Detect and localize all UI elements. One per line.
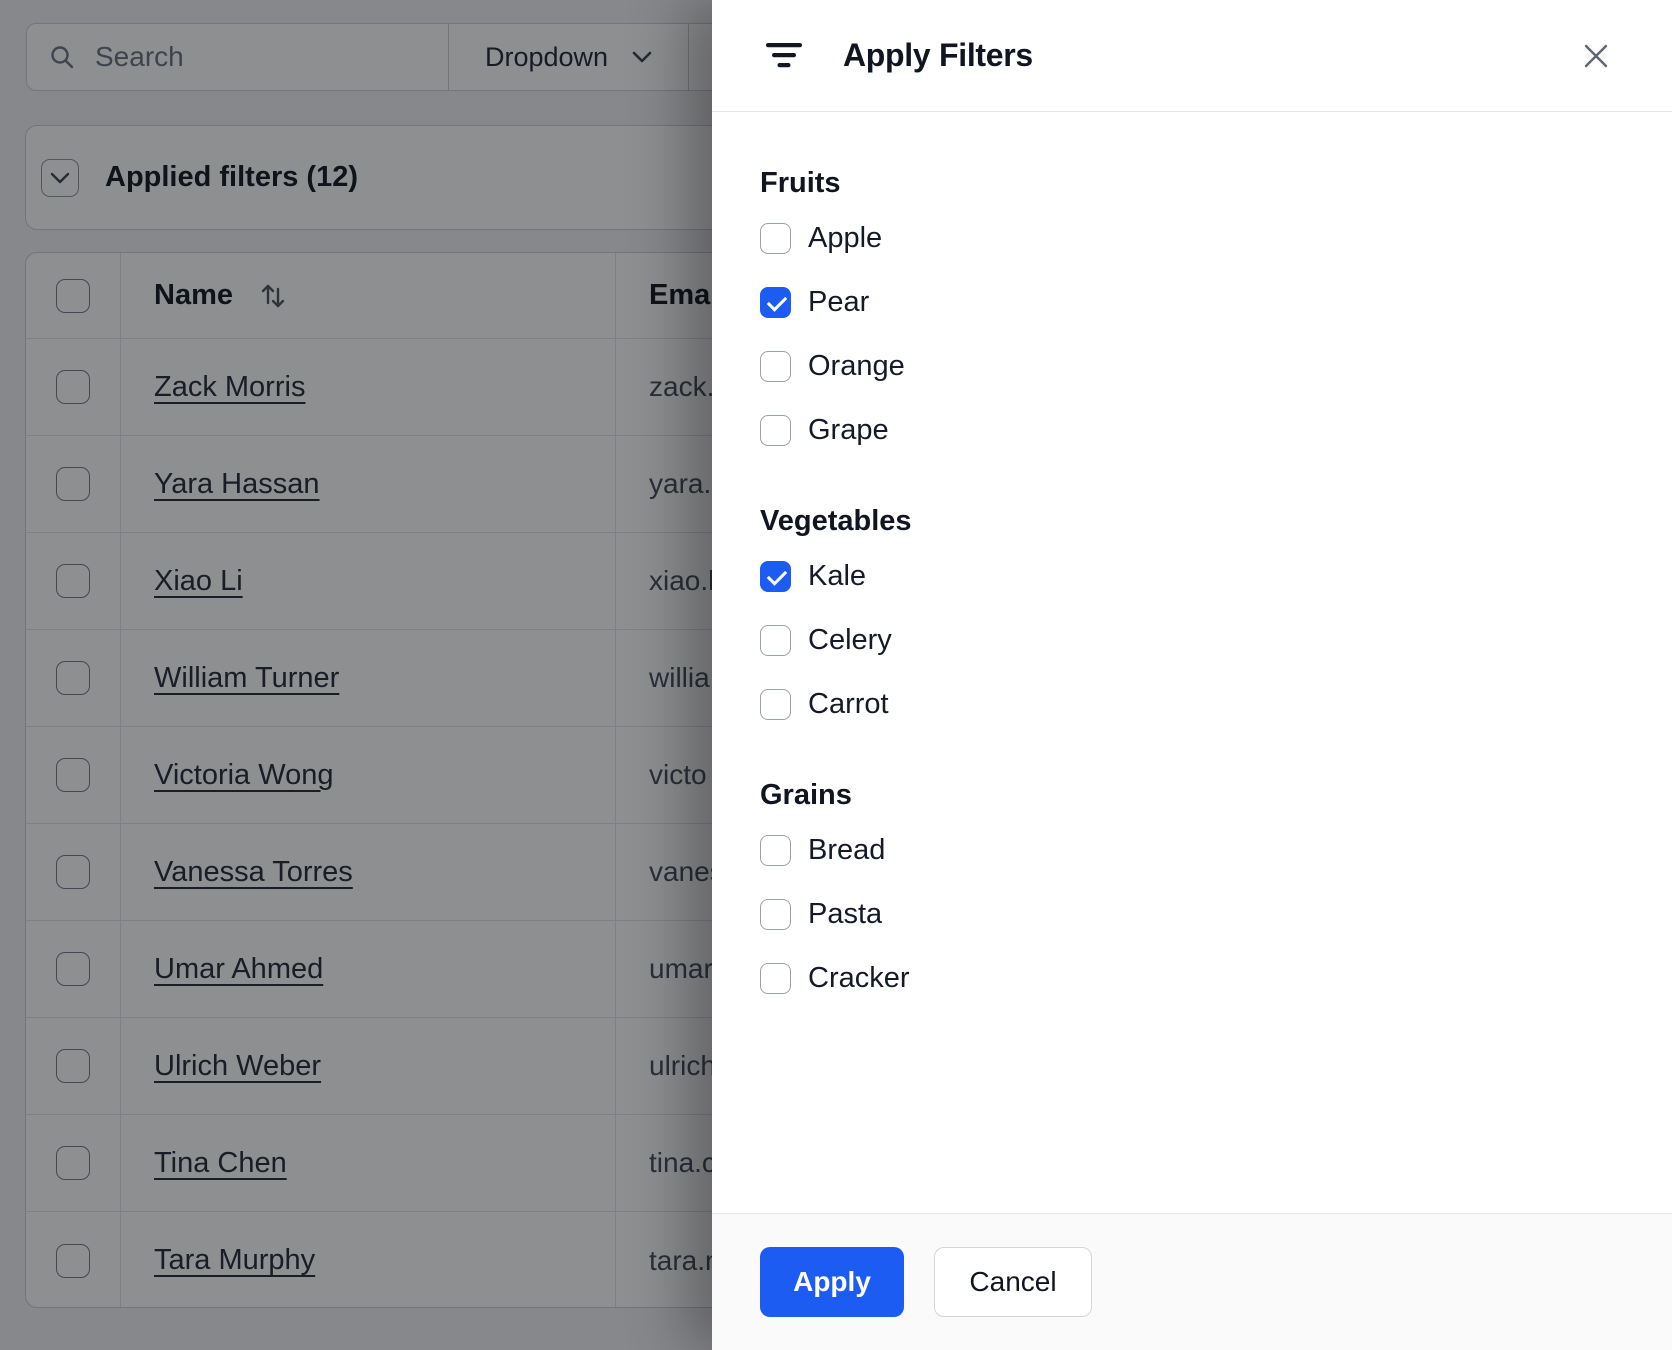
checkbox[interactable]	[760, 561, 791, 592]
filter-option-label: Orange	[808, 350, 905, 382]
checkbox[interactable]	[760, 689, 791, 720]
filter-option[interactable]: Celery	[760, 624, 1624, 656]
checkbox[interactable]	[760, 415, 791, 446]
filter-option-label: Pasta	[808, 898, 883, 930]
filter-section-title: Fruits	[760, 167, 841, 199]
checkbox[interactable]	[760, 899, 791, 930]
panel-body: Fruits Apple Pear Orange Grape Vegetable…	[712, 112, 1672, 1213]
checkbox[interactable]	[760, 835, 791, 866]
filter-section: Vegetables Kale Celery Carrot	[760, 503, 1624, 720]
panel-header: Apply Filters	[712, 0, 1672, 112]
filter-section-title: Grains	[760, 779, 852, 811]
panel-footer: Apply Cancel	[712, 1213, 1672, 1350]
filter-option-label: Grape	[808, 414, 889, 446]
filter-option[interactable]: Cracker	[760, 962, 1624, 994]
filter-option[interactable]: Grape	[760, 414, 1624, 446]
filter-option-label: Pear	[808, 286, 870, 318]
filter-option-list: Apple Pear Orange Grape	[760, 222, 1624, 446]
checkbox[interactable]	[760, 625, 791, 656]
filter-section: Fruits Apple Pear Orange Grape	[760, 165, 1624, 446]
screen: Dropdown Applied filters (12)	[0, 0, 1672, 1350]
filter-option-label: Celery	[808, 624, 892, 656]
filter-option[interactable]: Carrot	[760, 688, 1624, 720]
filter-option[interactable]: Kale	[760, 560, 1624, 592]
filter-option[interactable]: Pasta	[760, 898, 1624, 930]
filter-option[interactable]: Apple	[760, 222, 1624, 254]
filter-option-label: Kale	[808, 560, 867, 592]
apply-filters-panel: Apply Filters Fruits Apple Pear Orange G…	[712, 0, 1672, 1350]
checkbox[interactable]	[760, 963, 791, 994]
checkbox[interactable]	[760, 223, 791, 254]
filter-section: Grains Bread Pasta Cracker	[760, 777, 1624, 994]
filter-option-list: Bread Pasta Cracker	[760, 834, 1624, 994]
filter-option-list: Kale Celery Carrot	[760, 560, 1624, 720]
filter-option[interactable]: Pear	[760, 286, 1624, 318]
panel-title: Apply Filters	[843, 37, 1033, 73]
close-button[interactable]	[1576, 36, 1616, 76]
filter-section-title: Vegetables	[760, 505, 912, 537]
filter-icon	[766, 42, 802, 69]
filter-option-label: Apple	[808, 222, 883, 254]
filter-option-label: Carrot	[808, 688, 889, 720]
cancel-button[interactable]: Cancel	[934, 1247, 1092, 1317]
filter-option-label: Cracker	[808, 962, 910, 994]
apply-button[interactable]: Apply	[760, 1247, 904, 1317]
close-icon	[1583, 43, 1609, 69]
filter-option-label: Bread	[808, 834, 886, 866]
filter-option[interactable]: Bread	[760, 834, 1624, 866]
filter-option[interactable]: Orange	[760, 350, 1624, 382]
checkbox[interactable]	[760, 287, 791, 318]
checkbox[interactable]	[760, 351, 791, 382]
